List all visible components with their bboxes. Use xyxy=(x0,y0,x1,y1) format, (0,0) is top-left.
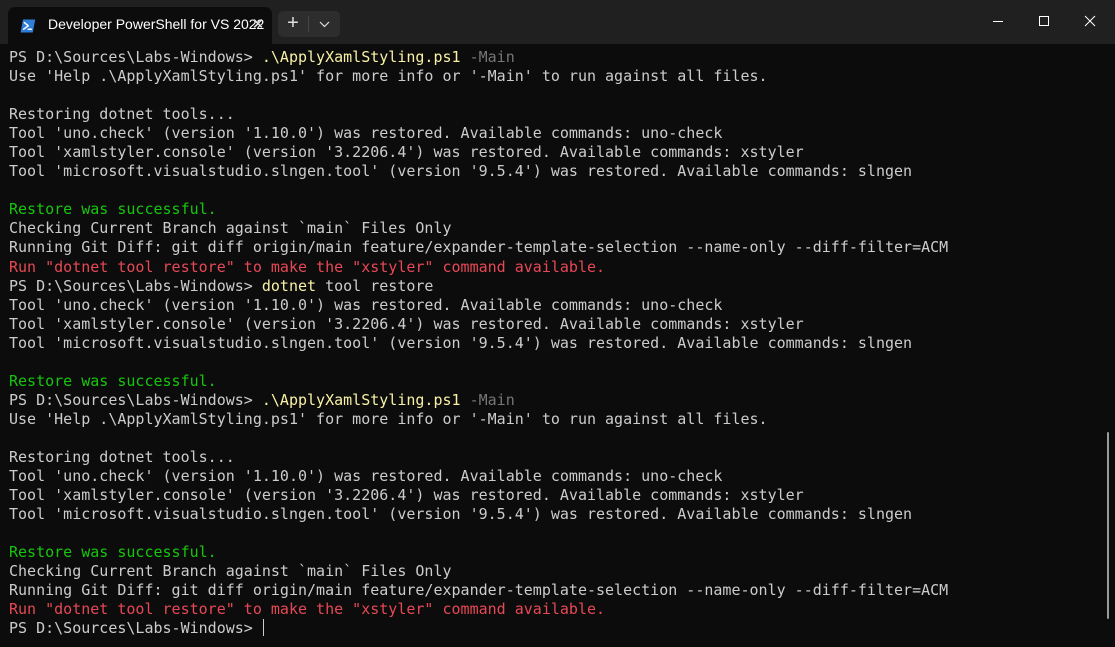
minimize-icon xyxy=(993,21,1003,22)
terminal-text: Running Git Diff: git diff origin/main f… xyxy=(9,238,949,257)
terminal-line: PS D:\Sources\Labs-Windows> dotnet tool … xyxy=(9,277,1099,296)
terminal-text: Restore was successful. xyxy=(9,371,217,390)
terminal-line: Tool 'uno.check' (version '1.10.0') was … xyxy=(9,467,1099,486)
terminal-line: PS D:\Sources\Labs-Windows> .\ApplyXamlS… xyxy=(9,391,1099,410)
terminal-window: Developer PowerShell for VS 2022 ✕ + PS … xyxy=(0,0,1115,647)
terminal-text: Use 'Help .\ApplyXamlStyling.ps1' for mo… xyxy=(9,67,768,86)
terminal-text: Tool 'xamlstyler.console' (version '3.22… xyxy=(9,486,804,505)
terminal-output[interactable]: PS D:\Sources\Labs-Windows> .\ApplyXamlS… xyxy=(9,48,1099,644)
terminal-text: Restoring dotnet tools... xyxy=(9,105,235,124)
minimize-button[interactable] xyxy=(975,0,1021,44)
tab-close-button[interactable]: ✕ xyxy=(248,15,268,35)
terminal-line: Use 'Help .\ApplyXamlStyling.ps1' for mo… xyxy=(9,67,1099,86)
terminal-text: PS D:\Sources\Labs-Windows> xyxy=(9,276,262,295)
terminal-line: Checking Current Branch against `main` F… xyxy=(9,219,1099,238)
tab-title: Developer PowerShell for VS 2022 xyxy=(48,16,265,32)
new-tab-group: + xyxy=(278,11,340,37)
terminal-text: Tool 'microsoft.visualstudio.slngen.tool… xyxy=(9,333,913,352)
new-tab-button[interactable]: + xyxy=(278,11,308,37)
text-cursor xyxy=(262,619,264,637)
plus-icon: + xyxy=(287,12,299,34)
terminal-line: PS D:\Sources\Labs-Windows> .\ApplyXamlS… xyxy=(9,48,1099,67)
terminal-line: Running Git Diff: git diff origin/main f… xyxy=(9,238,1099,257)
terminal-line: Tool 'microsoft.visualstudio.slngen.tool… xyxy=(9,334,1099,353)
terminal-text: -Main xyxy=(460,48,515,66)
terminal-line: Run "dotnet tool restore" to make the "x… xyxy=(9,258,1099,277)
terminal-text: Checking Current Branch against `main` F… xyxy=(9,219,452,238)
scrollbar-thumb[interactable] xyxy=(1107,432,1109,619)
terminal-text: Checking Current Branch against `main` F… xyxy=(9,562,452,581)
terminal-line: Run "dotnet tool restore" to make the "x… xyxy=(9,600,1099,619)
terminal-text: dotnet xyxy=(261,276,317,295)
terminal-line: Tool 'microsoft.visualstudio.slngen.tool… xyxy=(9,162,1099,181)
terminal-text: .\ApplyXamlStyling.ps1 xyxy=(261,48,461,66)
terminal-line: Tool 'xamlstyler.console' (version '3.22… xyxy=(9,143,1099,162)
terminal-line: Tool 'uno.check' (version '1.10.0') was … xyxy=(9,124,1099,143)
terminal-line: Restore was successful. xyxy=(9,543,1099,562)
terminal-text: Tool 'uno.check' (version '1.10.0') was … xyxy=(9,295,723,314)
terminal-line: Restoring dotnet tools... xyxy=(9,105,1099,124)
terminal-text: PS D:\Sources\Labs-Windows> xyxy=(9,390,262,409)
terminal-text: Tool 'xamlstyler.console' (version '3.22… xyxy=(9,143,804,162)
terminal-text: PS D:\Sources\Labs-Windows> xyxy=(9,48,262,66)
profile-dropdown-button[interactable] xyxy=(309,11,340,37)
terminal-line: Tool 'microsoft.visualstudio.slngen.tool… xyxy=(9,505,1099,524)
terminal-text: Use 'Help .\ApplyXamlStyling.ps1' for mo… xyxy=(9,409,768,428)
terminal-text: .\ApplyXamlStyling.ps1 xyxy=(261,390,461,409)
close-window-button[interactable] xyxy=(1067,0,1113,44)
terminal-text: Restoring dotnet tools... xyxy=(9,447,235,466)
terminal-text: Tool 'microsoft.visualstudio.slngen.tool… xyxy=(9,162,913,181)
tab-developer-powershell[interactable]: Developer PowerShell for VS 2022 ✕ xyxy=(8,7,272,44)
terminal-line: Use 'Help .\ApplyXamlStyling.ps1' for mo… xyxy=(9,410,1099,429)
terminal-line: Tool 'uno.check' (version '1.10.0') was … xyxy=(9,296,1099,315)
powershell-icon xyxy=(20,19,36,33)
title-bar[interactable]: Developer PowerShell for VS 2022 ✕ + xyxy=(0,0,1115,44)
terminal-line: Tool 'xamlstyler.console' (version '3.22… xyxy=(9,315,1099,334)
terminal-text: Tool 'uno.check' (version '1.10.0') was … xyxy=(9,124,723,143)
terminal-text: -Main xyxy=(460,390,515,409)
terminal-text: PS D:\Sources\Labs-Windows> xyxy=(9,619,262,638)
close-icon xyxy=(1084,15,1096,27)
terminal-text: Tool 'uno.check' (version '1.10.0') was … xyxy=(9,467,723,486)
terminal-line: Restore was successful. xyxy=(9,372,1099,391)
terminal-line: Running Git Diff: git diff origin/main f… xyxy=(9,581,1099,600)
terminal-line: Tool 'xamlstyler.console' (version '3.22… xyxy=(9,486,1099,505)
terminal-line: Restoring dotnet tools... xyxy=(9,448,1099,467)
maximize-button[interactable] xyxy=(1021,0,1067,44)
terminal-text: Tool 'xamlstyler.console' (version '3.22… xyxy=(9,314,804,333)
close-icon: ✕ xyxy=(251,16,265,33)
terminal-text: Restore was successful. xyxy=(9,543,217,562)
terminal-line: Restore was successful. xyxy=(9,200,1099,219)
terminal-text: tool restore xyxy=(316,276,434,295)
terminal-text: Tool 'microsoft.visualstudio.slngen.tool… xyxy=(9,505,913,524)
terminal-text: Run "dotnet tool restore" to make the "x… xyxy=(9,600,606,619)
terminal-line: PS D:\Sources\Labs-Windows> xyxy=(9,619,1099,638)
terminal-text: Run "dotnet tool restore" to make the "x… xyxy=(9,257,606,276)
maximize-icon xyxy=(1039,16,1049,26)
terminal-text: Running Git Diff: git diff origin/main f… xyxy=(9,581,949,600)
chevron-down-icon xyxy=(319,21,330,28)
terminal-line: Checking Current Branch against `main` F… xyxy=(9,562,1099,581)
terminal-text: Restore was successful. xyxy=(9,200,217,219)
